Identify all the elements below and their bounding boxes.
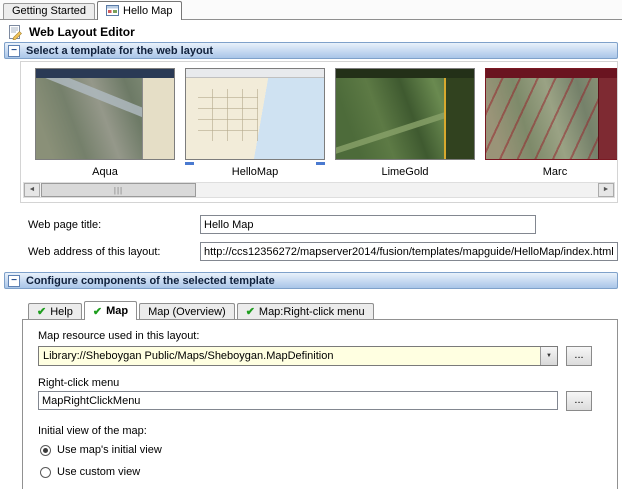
tab-label: Map (Overview) xyxy=(148,305,226,318)
template-name: HelloMap xyxy=(231,166,279,178)
web-address-input[interactable] xyxy=(200,242,618,261)
tab-label: Help xyxy=(50,305,73,318)
template-thumbnail-aqua[interactable] xyxy=(35,68,175,160)
template-gallery: Aqua HelloMap LimeGold Marc ◄ ||| ► xyxy=(20,61,618,203)
template-thumbnail-limegold[interactable] xyxy=(335,68,475,160)
template-name: Marc xyxy=(542,166,568,178)
tab-label: Getting Started xyxy=(12,5,86,17)
tab-help[interactable]: ✔ Help xyxy=(28,303,82,319)
tab-map-right-click-menu[interactable]: ✔ Map:Right-click menu xyxy=(236,303,374,319)
tab-label: Map:Right-click menu xyxy=(258,305,365,318)
collapse-icon[interactable]: − xyxy=(8,44,20,57)
thumbnail-sidebar xyxy=(598,78,617,159)
scroll-left-icon[interactable]: ◄ xyxy=(24,183,40,197)
radio-selected-icon xyxy=(40,444,51,456)
web-page-title-label: Web page title: xyxy=(28,219,102,231)
tab-getting-started[interactable]: Getting Started xyxy=(3,3,95,19)
template-name: Aqua xyxy=(92,166,118,178)
tab-label: Hello Map xyxy=(123,4,173,17)
horizontal-scrollbar[interactable]: ◄ ||| ► xyxy=(23,182,615,198)
thumbnail-detail xyxy=(198,89,258,141)
chevron-down-icon[interactable]: ▼ xyxy=(540,347,557,365)
template-section-header: − Select a template for the web layout xyxy=(4,42,618,59)
template-thumbnail-maroon[interactable] xyxy=(485,68,617,160)
radio-label: Use map's initial view xyxy=(57,444,162,456)
configure-section-header: − Configure components of the selected t… xyxy=(4,272,618,289)
web-layout-editor-window: Getting Started Hello Map Web Layout Edi… xyxy=(0,0,622,489)
thumbnail-sidebar xyxy=(142,78,174,159)
selection-handle xyxy=(316,162,325,165)
collapse-icon[interactable]: − xyxy=(8,274,20,287)
thumbnail-titlebar xyxy=(486,69,617,78)
right-click-menu-input[interactable] xyxy=(38,391,558,410)
radio-label: Use custom view xyxy=(57,466,141,478)
component-tab-bar: ✔ Help ✔ Map Map (Overview) ✔ Map:Right-… xyxy=(22,300,374,320)
tab-map[interactable]: ✔ Map xyxy=(83,301,138,320)
right-click-menu-label: Right-click menu xyxy=(38,377,120,389)
web-address-label: Web address of this layout: xyxy=(28,246,161,258)
check-icon: ✔ xyxy=(92,305,103,318)
radio-use-custom-view[interactable]: Use custom view xyxy=(40,466,140,478)
map-document-icon xyxy=(106,5,119,16)
configure-section-title: Configure components of the selected tem… xyxy=(26,274,275,287)
map-resource-browse-button[interactable]: ... xyxy=(566,346,592,366)
template-name: LimeGold xyxy=(381,166,429,178)
scroll-right-icon[interactable]: ► xyxy=(598,183,614,197)
check-icon: ✔ xyxy=(37,306,47,318)
map-resource-value: Library://Sheboygan Public/Maps/Sheboyga… xyxy=(43,350,334,362)
map-resource-combobox[interactable]: Library://Sheboygan Public/Maps/Sheboyga… xyxy=(38,346,558,366)
page-title-row: Web Layout Editor xyxy=(7,24,135,40)
thumbnail-titlebar xyxy=(186,69,324,78)
template-section-title: Select a template for the web layout xyxy=(26,44,214,57)
tab-map-overview[interactable]: Map (Overview) xyxy=(139,303,235,319)
page-title: Web Layout Editor xyxy=(29,25,135,39)
check-icon: ✔ xyxy=(245,306,255,318)
template-thumbnail-hellomap[interactable] xyxy=(185,68,325,160)
radio-use-maps-initial-view[interactable]: Use map's initial view xyxy=(40,444,162,456)
selection-handle xyxy=(185,162,194,165)
right-click-menu-browse-button[interactable]: ... xyxy=(566,391,592,411)
thumbnail-sidebar xyxy=(444,78,474,159)
scrollbar-thumb[interactable]: ||| xyxy=(41,183,196,197)
web-page-title-input[interactable] xyxy=(200,215,536,234)
edit-page-icon xyxy=(9,25,22,40)
document-tab-bar: Getting Started Hello Map xyxy=(0,0,622,20)
thumbnail-titlebar xyxy=(36,69,174,78)
initial-view-label: Initial view of the map: xyxy=(38,425,147,437)
radio-unselected-icon xyxy=(40,466,51,478)
map-resource-label: Map resource used in this layout: xyxy=(38,330,200,342)
tab-label: Map xyxy=(106,305,129,317)
thumbnail-titlebar xyxy=(336,69,474,78)
tab-hello-map[interactable]: Hello Map xyxy=(97,1,182,20)
